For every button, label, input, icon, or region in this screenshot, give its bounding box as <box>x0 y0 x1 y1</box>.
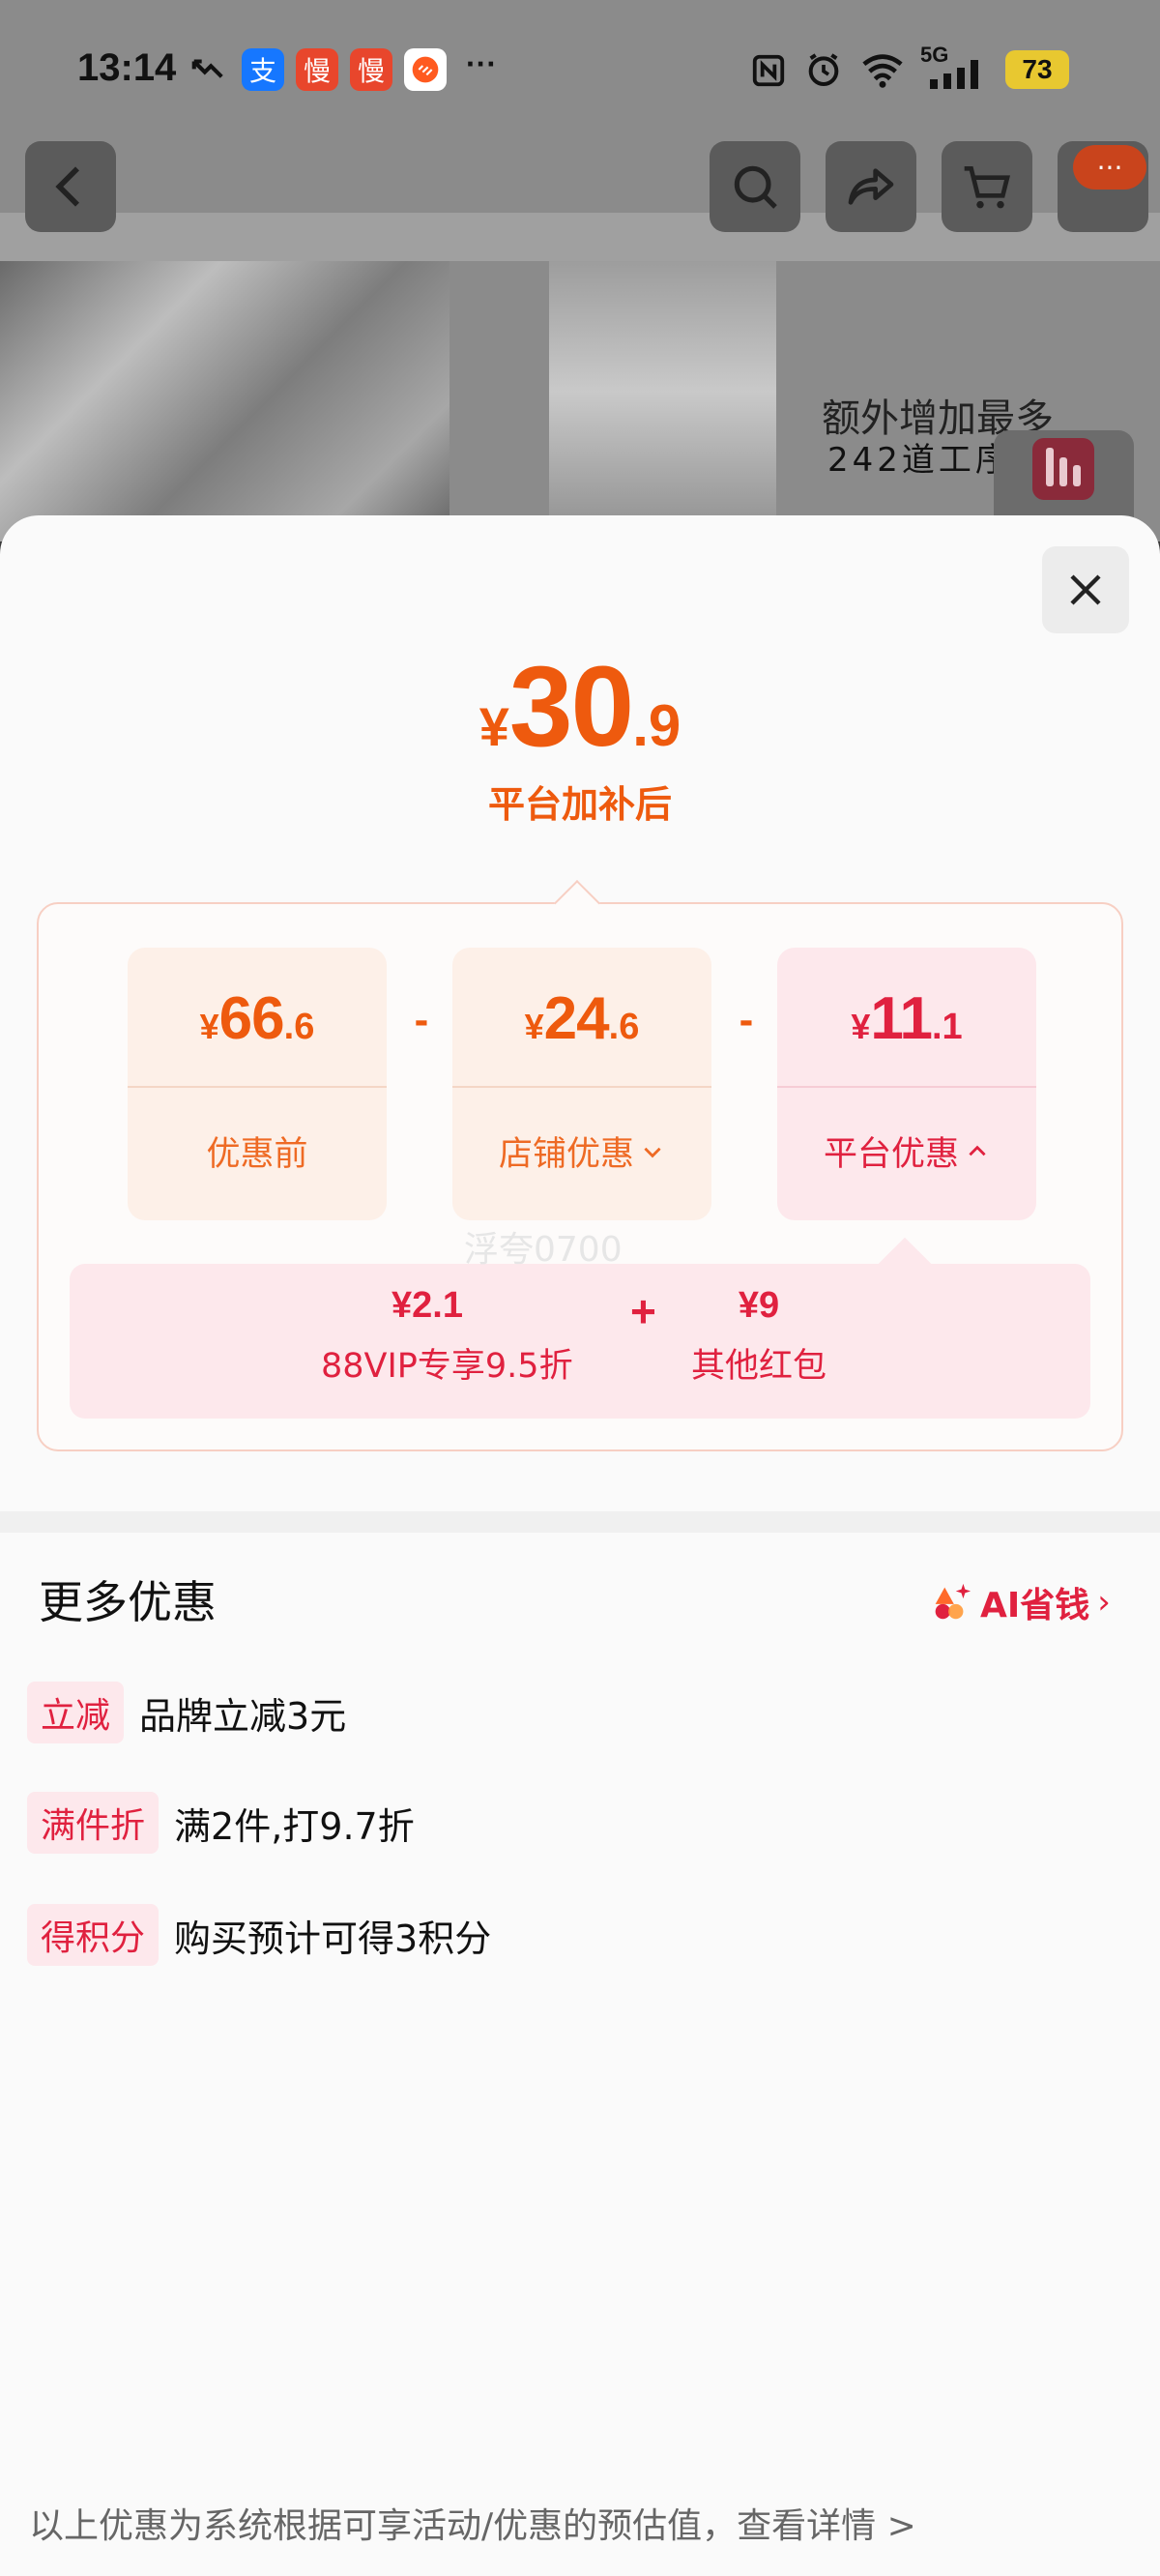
battery-indicator: 73 <box>1005 50 1069 89</box>
red-packet-item: ¥9 其他红包 <box>667 1285 851 1388</box>
close-icon <box>1070 574 1101 605</box>
missed-call-icon <box>191 59 223 78</box>
taobao-app-icon <box>404 48 447 91</box>
platform-discount-label[interactable]: 平台优惠 <box>777 1127 1036 1176</box>
final-price: ¥30.9 <box>0 641 1160 773</box>
alipay-icon: 支 <box>242 48 284 91</box>
amount-integer: 24 <box>543 985 610 1052</box>
original-price-card: ¥66.6 优惠前 <box>128 948 387 1220</box>
alarm-icon <box>808 53 839 86</box>
vip-discount-amount: ¥2.1 <box>392 1285 463 1326</box>
original-price-label: 优惠前 <box>128 1127 387 1176</box>
promo-item: 得积分 购买预计可得3积分 <box>27 1904 491 1966</box>
amount-decimal: .6 <box>608 1007 640 1047</box>
promo-text: 品牌立减3元 <box>139 1694 347 1738</box>
currency-symbol: ¥ <box>851 1007 871 1046</box>
watermark: 浮夸0700 <box>464 1230 623 1270</box>
promo-text: 购买预计可得3积分 <box>174 1917 492 1960</box>
estimate-disclaimer-link[interactable]: 以上优惠为系统根据可享活动/优惠的预估值，查看详情 > <box>29 2498 916 2548</box>
currency-symbol: ¥ <box>524 1007 544 1046</box>
search-icon <box>734 165 777 209</box>
promo-tag: 得积分 <box>27 1904 160 1966</box>
ai-link-text: AI省钱 <box>980 1586 1090 1625</box>
price-breakdown-sheet: ¥30.9 平台加补后 ¥66.6 优惠前 - ¥24.6 店铺优惠 - ¥11… <box>0 515 1160 2576</box>
currency-symbol: ¥ <box>199 1007 219 1046</box>
final-price-caption: 平台加补后 <box>487 783 672 826</box>
search-button[interactable] <box>710 141 800 232</box>
price-calculation-box: ¥66.6 优惠前 - ¥24.6 店铺优惠 - ¥11.1 平台优惠 ¥2.1… <box>37 902 1123 1451</box>
slow-app-icon-2: 慢 <box>350 48 392 91</box>
card-label-text: 店铺优惠 <box>498 1135 634 1174</box>
platform-discount-amount: ¥11.1 <box>777 984 1036 1053</box>
vip-discount-desc: 88VIP专享9.5折 <box>321 1347 573 1386</box>
card-label-text: 平台优惠 <box>823 1135 959 1174</box>
chevron-right-icon: › <box>1097 1583 1111 1622</box>
red-packet-amount: ¥9 <box>738 1285 780 1326</box>
more-offers-title: 更多优惠 <box>39 1576 217 1628</box>
status-bar: 13:14 支 慢 慢 ··· 5G 73 <box>0 0 1160 140</box>
promo-text: 满2件,打9.7折 <box>174 1804 415 1848</box>
promo-tag: 满件折 <box>27 1792 160 1854</box>
status-more: ··· <box>466 46 497 81</box>
background-subline: 242道工序 <box>827 441 1012 480</box>
share-button[interactable] <box>826 141 916 232</box>
status-time: 13:14 <box>77 46 177 89</box>
ai-save-money-link[interactable]: AI省钱 › <box>928 1577 1111 1627</box>
card-divider <box>777 1086 1036 1088</box>
final-price-currency: ¥ <box>478 696 509 757</box>
back-button[interactable] <box>25 141 116 232</box>
amount-decimal: .1 <box>931 1007 963 1047</box>
product-photo <box>0 261 450 542</box>
amount-integer: 11 <box>870 985 933 1052</box>
store-discount-amount: ¥24.6 <box>452 984 711 1053</box>
section-divider <box>0 1511 1160 1533</box>
platform-discount-detail: ¥2.1 88VIP专享9.5折 + ¥9 其他红包 <box>70 1264 1090 1419</box>
close-button[interactable] <box>1042 546 1129 633</box>
signal-icon <box>930 60 978 89</box>
minus-operator-2: - <box>739 996 754 1043</box>
platform-discount-card[interactable]: ¥11.1 平台优惠 <box>777 948 1036 1220</box>
card-divider <box>452 1086 711 1088</box>
minus-operator: - <box>414 996 429 1043</box>
final-price-integer: 30 <box>508 643 634 771</box>
cart-icon <box>964 166 1010 209</box>
card-divider <box>128 1086 387 1088</box>
product-photo-2 <box>549 261 776 542</box>
chevron-down-icon <box>644 1147 661 1157</box>
promo-item: 立减 品牌立减3元 <box>27 1682 346 1743</box>
amount-integer: 66 <box>218 985 285 1052</box>
nfc-icon <box>752 54 785 87</box>
more-menu-badge[interactable]: ··· <box>1073 145 1146 190</box>
amount-decimal: .6 <box>283 1007 315 1047</box>
vip-discount-item: ¥2.1 88VIP专享9.5折 <box>321 1285 573 1388</box>
share-icon <box>848 168 894 205</box>
cart-button[interactable] <box>942 141 1032 232</box>
chevron-up-icon <box>969 1145 986 1156</box>
wifi-icon <box>862 54 903 88</box>
back-arrow-icon <box>55 166 79 207</box>
promo-item: 满件折 满2件,打9.7折 <box>27 1792 415 1854</box>
original-price-amount: ¥66.6 <box>128 984 387 1053</box>
store-discount-label[interactable]: 店铺优惠 <box>452 1127 711 1176</box>
store-discount-card[interactable]: ¥24.6 店铺优惠 <box>452 948 711 1220</box>
slow-app-icon: 慢 <box>296 48 338 91</box>
promo-tag: 立减 <box>27 1682 125 1743</box>
card-label-text: 优惠前 <box>206 1135 308 1174</box>
final-price-decimal: .9 <box>632 693 682 758</box>
red-packet-desc: 其他红包 <box>690 1347 826 1386</box>
ai-sparkle-icon <box>935 1583 972 1620</box>
plus-operator: + <box>630 1286 656 1336</box>
